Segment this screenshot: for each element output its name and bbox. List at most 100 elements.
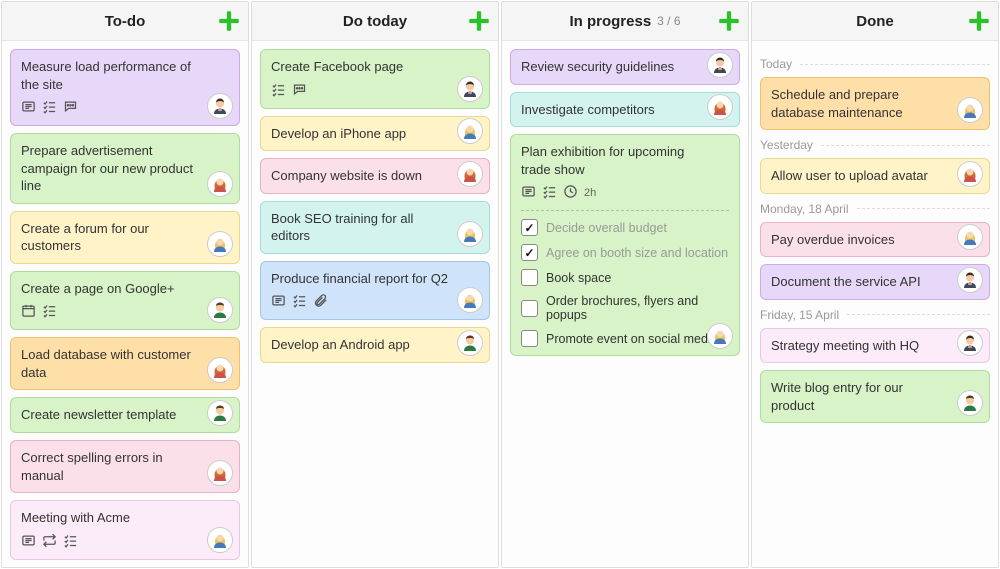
column-title: Do today (343, 13, 407, 30)
card-indicator-row (271, 293, 479, 311)
assignee-avatar[interactable] (207, 297, 233, 323)
card-title: Create Facebook page (271, 58, 479, 76)
kanban-card[interactable]: Correct spelling errors in manual (10, 440, 240, 493)
kanban-card[interactable]: Strategy meeting with HQ (760, 328, 990, 364)
card-indicator-row (21, 99, 229, 117)
add-card-button[interactable] (216, 8, 242, 34)
subtask-checkbox[interactable] (521, 300, 538, 317)
assignee-avatar[interactable] (207, 171, 233, 197)
subtask-checkbox[interactable] (521, 244, 538, 261)
kanban-card[interactable]: Pay overdue invoices (760, 222, 990, 258)
card-title: Strategy meeting with HQ (771, 337, 979, 355)
assignee-avatar[interactable] (707, 94, 733, 120)
card-title: Develop an iPhone app (271, 125, 479, 143)
column-title: Done (856, 13, 894, 30)
kanban-card[interactable]: Write blog entry for our product (760, 370, 990, 423)
card-indicator-row (271, 82, 479, 100)
kanban-card[interactable]: Book SEO training for all editors (260, 201, 490, 254)
card-title: Create a forum for our customers (21, 220, 229, 255)
column-header: In progress3 / 6 (502, 2, 748, 41)
comment-icon (63, 99, 78, 117)
subtask-label: Order brochures, flyers and popups (546, 294, 729, 322)
subtask-list: Decide overall budget Agree on booth size… (521, 210, 729, 347)
assignee-avatar[interactable] (957, 390, 983, 416)
assignee-avatar[interactable] (457, 221, 483, 247)
subtask-row[interactable]: Promote event on social media (521, 330, 729, 347)
subtask-checkbox[interactable] (521, 219, 538, 236)
card-title: Plan exhibition for upcoming trade show (521, 143, 729, 178)
checklist-icon (271, 82, 286, 100)
kanban-card[interactable]: Company website is down (260, 158, 490, 194)
kanban-card[interactable]: Create Facebook page (260, 49, 490, 109)
assignee-avatar[interactable] (207, 460, 233, 486)
note-icon (21, 99, 36, 117)
column-body: Today Schedule and prepare database maint… (752, 41, 998, 567)
subtask-label: Promote event on social media (546, 332, 718, 346)
assignee-avatar[interactable] (957, 224, 983, 250)
assignee-avatar[interactable] (957, 267, 983, 293)
assignee-avatar[interactable] (207, 357, 233, 383)
subtask-row[interactable]: Decide overall budget (521, 219, 729, 236)
assignee-avatar[interactable] (457, 287, 483, 313)
kanban-card[interactable]: Create newsletter template (10, 397, 240, 433)
subtask-row[interactable]: Order brochures, flyers and popups (521, 294, 729, 322)
subtask-label: Agree on booth size and location (546, 246, 728, 260)
checklist-icon (42, 99, 57, 117)
assignee-avatar[interactable] (457, 330, 483, 356)
kanban-card[interactable]: Measure load performance of the site (10, 49, 240, 126)
kanban-card[interactable]: Prepare advertisement campaign for our n… (10, 133, 240, 204)
kanban-card[interactable]: Schedule and prepare database maintenanc… (760, 77, 990, 130)
subtask-checkbox[interactable] (521, 269, 538, 286)
assignee-avatar[interactable] (457, 161, 483, 187)
comment-icon (292, 82, 307, 100)
column-title: To-do (105, 13, 146, 30)
assignee-avatar[interactable] (957, 97, 983, 123)
assignee-avatar[interactable] (707, 323, 733, 349)
assignee-avatar[interactable] (957, 161, 983, 187)
kanban-card[interactable]: Develop an iPhone app (260, 116, 490, 152)
repeat-icon (42, 533, 57, 551)
kanban-card[interactable]: Load database with customer data (10, 337, 240, 390)
card-indicator-row (21, 303, 229, 321)
kanban-card[interactable]: Develop an Android app (260, 327, 490, 363)
assignee-avatar[interactable] (207, 231, 233, 257)
kanban-column: To-do Measure load performance of the sit… (1, 1, 249, 568)
kanban-card[interactable]: Document the service API (760, 264, 990, 300)
column-header: Do today (252, 2, 498, 41)
add-card-button[interactable] (466, 8, 492, 34)
kanban-card[interactable]: Meeting with Acme (10, 500, 240, 560)
assignee-avatar[interactable] (457, 76, 483, 102)
assignee-avatar[interactable] (957, 330, 983, 356)
assignee-avatar[interactable] (707, 52, 733, 78)
date-separator: Today (760, 57, 990, 71)
kanban-card[interactable]: Create a page on Google+ (10, 271, 240, 331)
kanban-card[interactable]: Produce financial report for Q2 (260, 261, 490, 321)
assignee-avatar[interactable] (207, 527, 233, 553)
date-separator: Yesterday (760, 138, 990, 152)
card-title: Write blog entry for our product (771, 379, 979, 414)
kanban-card[interactable]: Create a forum for our customers (10, 211, 240, 264)
card-title: Measure load performance of the site (21, 58, 229, 93)
note-icon (521, 184, 536, 202)
kanban-card[interactable]: Plan exhibition for upcoming trade show2… (510, 134, 740, 356)
assignee-avatar[interactable] (207, 400, 233, 426)
column-header: To-do (2, 2, 248, 41)
assignee-avatar[interactable] (207, 93, 233, 119)
column-title: In progress (569, 13, 651, 30)
add-card-button[interactable] (966, 8, 992, 34)
card-title: Review security guidelines (521, 58, 729, 76)
card-title: Pay overdue invoices (771, 231, 979, 249)
column-body: Measure load performance of the site Prep… (2, 41, 248, 567)
kanban-card[interactable]: Allow user to upload avatar (760, 158, 990, 194)
column-header: Done (752, 2, 998, 41)
subtask-checkbox[interactable] (521, 330, 538, 347)
card-title: Develop an Android app (271, 336, 479, 354)
assignee-avatar[interactable] (457, 118, 483, 144)
kanban-card[interactable]: Review security guidelines (510, 49, 740, 85)
subtask-row[interactable]: Book space (521, 269, 729, 286)
checklist-icon (63, 533, 78, 551)
card-title: Allow user to upload avatar (771, 167, 979, 185)
kanban-card[interactable]: Investigate competitors (510, 92, 740, 128)
add-card-button[interactable] (716, 8, 742, 34)
subtask-row[interactable]: Agree on booth size and location (521, 244, 729, 261)
